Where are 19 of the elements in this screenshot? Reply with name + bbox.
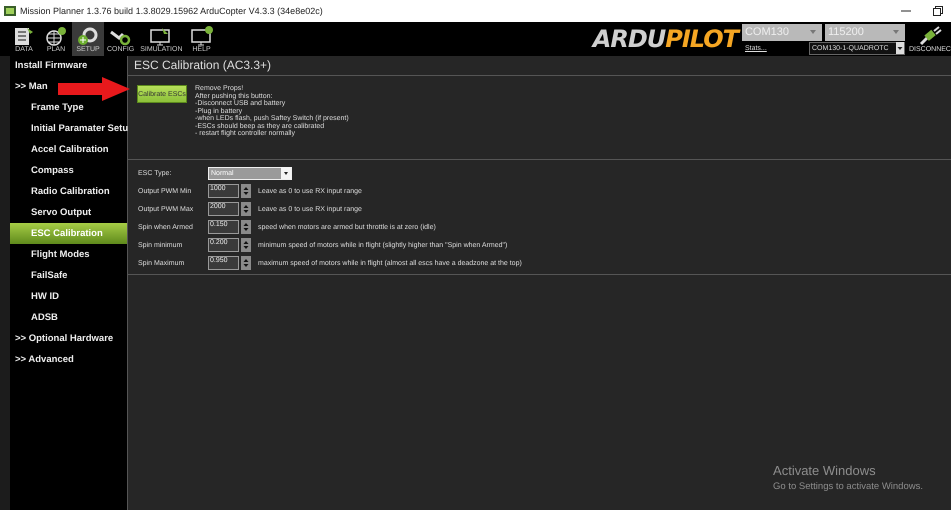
sidebar-item[interactable]: Flight Modes bbox=[10, 248, 94, 261]
sidebar-item[interactable]: Servo Output bbox=[10, 206, 96, 219]
sidebar-item[interactable]: >> Advanced bbox=[10, 353, 78, 366]
sidebar-item[interactable]: Accel Calibration bbox=[10, 143, 113, 156]
sidebar-item[interactable]: >> Man bbox=[10, 80, 52, 93]
sidebar-item[interactable]: >> Optional Hardware bbox=[10, 332, 118, 345]
sidebar-item[interactable]: FailSafe bbox=[10, 269, 72, 282]
sidebar-item[interactable]: Compass bbox=[10, 164, 78, 177]
activation-title: Activate Windows bbox=[773, 463, 877, 478]
sidebar-item[interactable]: ADSB bbox=[10, 311, 62, 324]
sidebar-item[interactable]: HW ID bbox=[10, 290, 63, 303]
sidebar-item[interactable]: Install Firmware bbox=[10, 59, 92, 72]
sidebar-item[interactable]: Frame Type bbox=[10, 101, 88, 114]
activation-text: Go to Settings to activate Windows. bbox=[773, 481, 923, 492]
window-title: Mission Planner 1.3.76 build 1.3.8029.15962 ArduCopter V4.3.3 (34e8e02c) bbox=[20, 6, 323, 16]
sidebar-item[interactable]: Initial Paramater Setu bbox=[10, 122, 132, 135]
ardupilot-logo: ARDUPILOT bbox=[592, 25, 738, 53]
sidebar-item[interactable]: Radio Calibration bbox=[10, 185, 114, 198]
panel-title: ESC Calibration (AC3.3+) bbox=[128, 56, 951, 76]
